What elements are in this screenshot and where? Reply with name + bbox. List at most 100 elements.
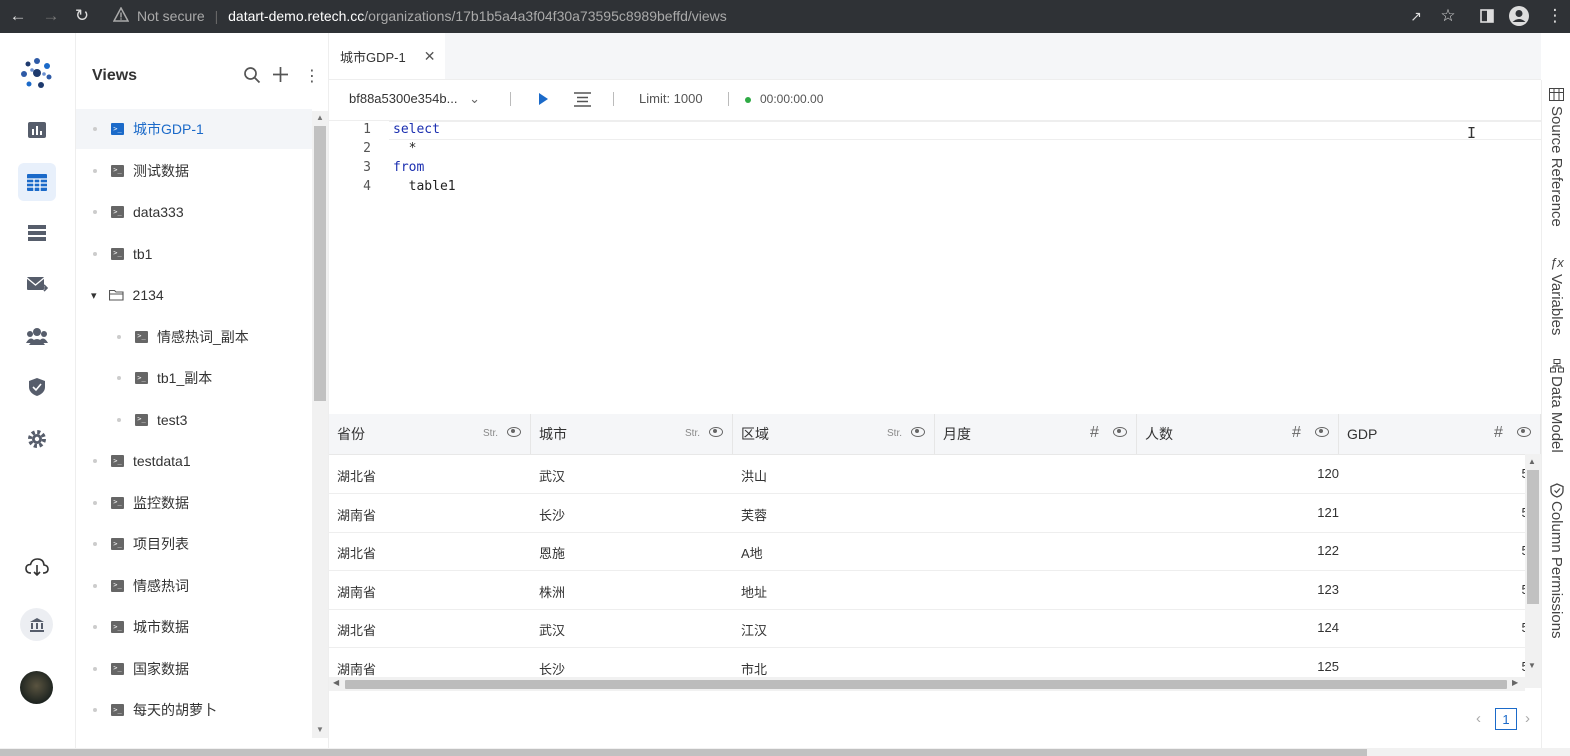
code-line[interactable]: select — [393, 122, 440, 137]
source-select[interactable]: bf88a5300e354b... ⌄ — [349, 91, 480, 107]
eye-icon[interactable] — [1113, 427, 1127, 437]
tab-variables[interactable]: Variables — [1548, 274, 1565, 335]
profile-icon[interactable] — [1508, 5, 1530, 27]
eye-icon[interactable] — [911, 427, 925, 437]
scroll-down-icon[interactable]: ▼ — [1528, 661, 1536, 670]
sidebar-scrollbar-thumb[interactable] — [314, 126, 326, 401]
table-row[interactable]: 湖南省株洲地址12353 — [329, 571, 1536, 610]
eye-icon[interactable] — [507, 427, 521, 437]
table-row[interactable]: 湖北省武汉江汉12454 — [329, 609, 1536, 648]
tab-source-reference[interactable]: Source Reference — [1548, 106, 1565, 227]
page-current[interactable]: 1 — [1495, 708, 1517, 730]
code-line[interactable]: * — [393, 141, 417, 156]
code-line[interactable]: from — [393, 160, 424, 175]
table-row[interactable]: 湖北省武汉洪山12050 — [329, 455, 1536, 494]
warning-icon[interactable] — [112, 6, 130, 26]
tree-item[interactable]: 监控数据 — [76, 483, 312, 523]
table-cell: 121 — [1317, 504, 1339, 520]
menu-icon[interactable]: ⋮ — [1544, 5, 1566, 27]
column-header[interactable]: 省份 Str. — [329, 414, 531, 454]
string-type-icon: Str. — [483, 428, 499, 439]
tab-data-model[interactable]: Data Model — [1548, 376, 1565, 453]
column-header[interactable]: 城市 Str. — [531, 414, 733, 454]
sql-editor[interactable]: 1 select 2 * 3 from 4 table1 I — [329, 121, 1541, 413]
add-icon[interactable] — [272, 66, 289, 86]
tree-item-label: 测试数据 — [133, 162, 189, 179]
table-cell: 市北 — [741, 661, 768, 677]
tab-city-gdp[interactable]: 城市GDP-1 ✕ — [329, 33, 445, 79]
scroll-left-icon[interactable]: ◀ — [333, 678, 339, 687]
tree-item[interactable]: 每天的胡萝卜 — [76, 690, 312, 730]
table-row[interactable]: 湖南省长沙芙蓉12151 — [329, 494, 1536, 533]
scroll-up-icon[interactable]: ▲ — [316, 113, 324, 122]
eye-icon[interactable] — [1517, 427, 1531, 437]
tree-item[interactable]: 国家数据 — [76, 649, 312, 689]
tree-item[interactable]: 城市GDP-1 — [76, 109, 312, 149]
page-horizontal-scrollbar-thumb[interactable] — [0, 749, 1367, 756]
tree-item[interactable]: 项目列表 — [76, 524, 312, 564]
tree-item[interactable]: testdata1 — [76, 441, 312, 481]
tree-item[interactable]: 城市数据 — [76, 607, 312, 647]
grid-horizontal-scrollbar-thumb[interactable] — [345, 680, 1507, 689]
tree-item[interactable]: 情感热词_副本 — [76, 317, 312, 357]
tab-column-permissions[interactable]: Column Permissions — [1548, 501, 1565, 639]
search-icon[interactable] — [243, 66, 261, 87]
limit-select[interactable]: Limit: 1000 — [639, 91, 703, 106]
members-icon[interactable] — [18, 317, 56, 355]
security-icon — [1550, 483, 1564, 501]
address-bar[interactable]: Not secure | datart-demo.retech.cc/organ… — [137, 8, 727, 24]
share-icon[interactable]: ↗ — [1405, 5, 1427, 27]
tree-item[interactable]: tb1_副本 — [76, 358, 312, 398]
format-icon[interactable] — [574, 92, 591, 110]
tree-item-label: tb1 — [133, 245, 153, 262]
close-icon[interactable]: ✕ — [424, 48, 436, 65]
more-icon[interactable]: ⋮ — [304, 66, 320, 86]
reload-icon[interactable]: ↻ — [71, 5, 93, 27]
query-timer: 00:00:00.00 — [760, 92, 824, 106]
column-header[interactable]: GDP # — [1339, 414, 1541, 454]
tree-item-label: 情感热词_副本 — [157, 328, 249, 345]
caret-down-icon: ▾ — [91, 289, 97, 302]
tree-item[interactable]: 测试数据 — [76, 151, 312, 191]
grid-vertical-scrollbar-thumb[interactable] — [1527, 470, 1539, 604]
permissions-icon[interactable] — [18, 368, 56, 406]
schedule-mail-icon[interactable] — [18, 265, 56, 303]
eye-icon[interactable] — [709, 427, 723, 437]
back-icon[interactable]: ← — [7, 5, 29, 27]
divider — [510, 92, 511, 106]
tree-item[interactable]: test3 — [76, 400, 312, 440]
views-icon[interactable] — [18, 163, 56, 201]
tree-item[interactable]: 情感热词 — [76, 566, 312, 606]
tree-item-label: 项目列表 — [133, 536, 189, 552]
column-header[interactable]: 区域 Str. — [733, 414, 935, 454]
code-line[interactable]: table1 — [393, 179, 456, 194]
function-icon: ƒx — [1550, 255, 1564, 270]
tree-item-label: 每天的胡萝卜 — [133, 702, 217, 718]
tree-item[interactable]: data333 — [76, 192, 312, 232]
tree-folder[interactable]: ▾ 2134 — [76, 275, 312, 315]
scroll-right-icon[interactable]: ▶ — [1512, 678, 1518, 687]
run-icon[interactable] — [538, 92, 549, 109]
settings-icon[interactable] — [18, 420, 56, 458]
sidepanel-icon[interactable] — [1476, 5, 1498, 27]
tree-item[interactable]: tb1 — [76, 234, 312, 274]
organization-icon[interactable] — [20, 608, 53, 641]
prev-page-icon[interactable]: ‹ — [1476, 710, 1481, 727]
next-page-icon[interactable]: › — [1525, 710, 1530, 727]
column-header[interactable]: 月度 # — [935, 414, 1137, 454]
scroll-down-icon[interactable]: ▼ — [316, 725, 324, 734]
sources-icon[interactable] — [18, 214, 56, 252]
tree-item-label: 国家数据 — [133, 660, 189, 677]
column-header-label: 月度 — [943, 426, 971, 442]
browser-toolbar: ← → ↻ Not secure | datart-demo.retech.cc… — [0, 0, 1570, 33]
star-icon[interactable]: ☆ — [1437, 5, 1459, 27]
scroll-up-icon[interactable]: ▲ — [1528, 457, 1536, 466]
column-header[interactable]: 人数 # — [1137, 414, 1339, 454]
download-cloud-icon[interactable] — [18, 548, 56, 586]
table-row[interactable]: 湖北省恩施A地12252 — [329, 532, 1536, 571]
forward-icon[interactable]: → — [40, 5, 62, 27]
dashboard-icon[interactable] — [18, 111, 56, 149]
logo-icon[interactable] — [19, 55, 55, 94]
eye-icon[interactable] — [1315, 427, 1329, 437]
avatar[interactable] — [20, 671, 53, 704]
